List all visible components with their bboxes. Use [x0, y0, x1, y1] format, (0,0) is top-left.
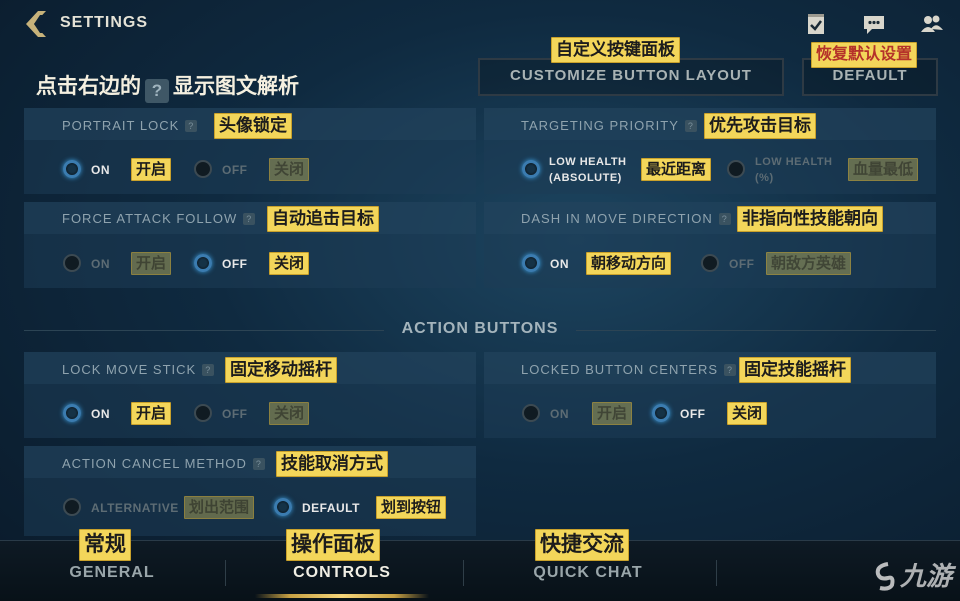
question-icon: ? — [145, 79, 169, 103]
force-attack-follow-tag: 自动追击目标 — [267, 206, 379, 232]
portrait-lock-on-radio[interactable] — [63, 160, 81, 178]
section-title-action-buttons: ACTION BUTTONS — [401, 320, 559, 337]
default-cancel-radio[interactable] — [274, 498, 292, 516]
radio-label: LOW HEALTH (%) — [755, 156, 833, 184]
dash-off-radio[interactable] — [701, 254, 719, 272]
force-attack-on-radio[interactable] — [63, 254, 81, 272]
question-icon[interactable]: ? — [252, 458, 265, 470]
radio-label: ALTERNATIVE — [91, 501, 179, 515]
tab-tag-general: 常规 — [79, 529, 131, 561]
option-tag: 关闭 — [727, 402, 768, 425]
question-icon[interactable]: ? — [185, 120, 198, 132]
radio-label: ON — [91, 163, 110, 177]
action-cancel-tag: 技能取消方式 — [276, 451, 388, 477]
locked-button-centers-label: LOCKED BUTTON CENTERS? — [521, 362, 737, 377]
question-icon[interactable]: ? — [718, 213, 731, 225]
radio-label: ON — [550, 407, 569, 421]
page-title: SETTINGS — [60, 14, 149, 31]
default-tag: 恢复默认设置 — [811, 42, 918, 68]
locked-centers-on-radio[interactable] — [522, 404, 540, 422]
question-icon[interactable]: ? — [202, 364, 215, 376]
watermark-text: 九游 — [899, 561, 952, 591]
tab-tag-controls: 操作面板 — [286, 529, 380, 561]
tab-divider — [463, 560, 464, 586]
targeting-priority-label: TARGETING PRIORITY? — [521, 118, 697, 133]
tab-general[interactable]: GENERAL — [2, 564, 222, 582]
tab-tag-quick-chat: 快捷交流 — [535, 529, 629, 561]
dash-direction-label: DASH IN MOVE DIRECTION? — [521, 211, 731, 226]
hint-text-after: 显示图文解析 — [173, 75, 299, 98]
alternative-radio[interactable] — [63, 498, 81, 516]
watermark-logo: 九游 — [870, 556, 952, 593]
question-icon[interactable]: ? — [724, 364, 737, 376]
locked-centers-off-radio[interactable] — [652, 404, 670, 422]
radio-label: ON — [91, 257, 110, 271]
lock-move-on-radio[interactable] — [63, 404, 81, 422]
back-chevron-icon[interactable] — [24, 9, 52, 39]
radio-label: OFF — [222, 407, 248, 421]
dash-direction-tag: 非指向性技能朝向 — [737, 206, 883, 232]
locked-button-centers-tag: 固定技能摇杆 — [739, 357, 851, 383]
question-icon[interactable]: ? — [243, 213, 256, 225]
option-tag: 血量最低 — [848, 158, 919, 181]
radio-label: LOW HEALTH (ABSOLUTE) — [549, 156, 627, 184]
lock-move-stick-label: LOCK MOVE STICK? — [62, 362, 215, 377]
targeting-priority-tag: 优先攻击目标 — [704, 113, 816, 139]
option-tag: 划出范围 — [184, 496, 255, 519]
dash-on-radio[interactable] — [522, 254, 540, 272]
action-cancel-label: ACTION CANCEL METHOD? — [62, 456, 265, 471]
lock-move-stick-tag: 固定移动摇杆 — [225, 357, 337, 383]
low-health-percent-radio[interactable] — [727, 160, 745, 178]
portrait-lock-off-radio[interactable] — [194, 160, 212, 178]
watermark-swirl-icon — [875, 562, 895, 591]
radio-label: OFF — [729, 257, 755, 271]
active-tab-underline — [255, 594, 429, 598]
option-tag: 关闭 — [269, 402, 310, 425]
question-icon[interactable]: ? — [684, 120, 697, 132]
radio-label: DEFAULT — [302, 501, 360, 515]
option-tag: 最近距离 — [641, 158, 712, 181]
tab-quick-chat[interactable]: QUICK CHAT — [478, 564, 698, 582]
radio-label: ON — [91, 407, 110, 421]
option-tag: 开启 — [131, 252, 172, 275]
checklist-icon[interactable] — [802, 10, 830, 38]
radio-label: OFF — [680, 407, 706, 421]
tab-controls[interactable]: CONTROLS — [232, 564, 452, 582]
tab-divider — [716, 560, 717, 586]
chat-icon[interactable] — [860, 10, 888, 38]
option-tag: 朝敌方英雄 — [766, 252, 852, 275]
portrait-lock-tag: 头像锁定 — [214, 113, 292, 139]
force-attack-off-radio[interactable] — [194, 254, 212, 272]
option-tag: 开启 — [131, 158, 172, 181]
option-tag: 开启 — [131, 402, 172, 425]
customize-tag: 自定义按键面板 — [551, 37, 680, 63]
tab-divider — [225, 560, 226, 586]
radio-label: OFF — [222, 257, 248, 271]
hint-text-before: 点击右边的 — [36, 75, 141, 98]
customize-layout-button[interactable]: CUSTOMIZE BUTTON LAYOUT — [478, 58, 784, 96]
option-tag: 关闭 — [269, 158, 310, 181]
option-tag: 开启 — [592, 402, 633, 425]
lock-move-off-radio[interactable] — [194, 404, 212, 422]
option-tag: 朝移动方向 — [586, 252, 672, 275]
radio-label: ON — [550, 257, 569, 271]
friends-icon[interactable] — [918, 10, 946, 38]
force-attack-follow-label: FORCE ATTACK FOLLOW? — [62, 211, 256, 226]
help-hint: 点击右边的? 显示图文解析 — [36, 70, 299, 103]
option-tag: 划到按钮 — [376, 496, 447, 519]
option-tag: 关闭 — [269, 252, 310, 275]
portrait-lock-label: PORTRAIT LOCK? — [62, 118, 198, 133]
low-health-absolute-radio[interactable] — [522, 160, 540, 178]
radio-label: OFF — [222, 163, 248, 177]
